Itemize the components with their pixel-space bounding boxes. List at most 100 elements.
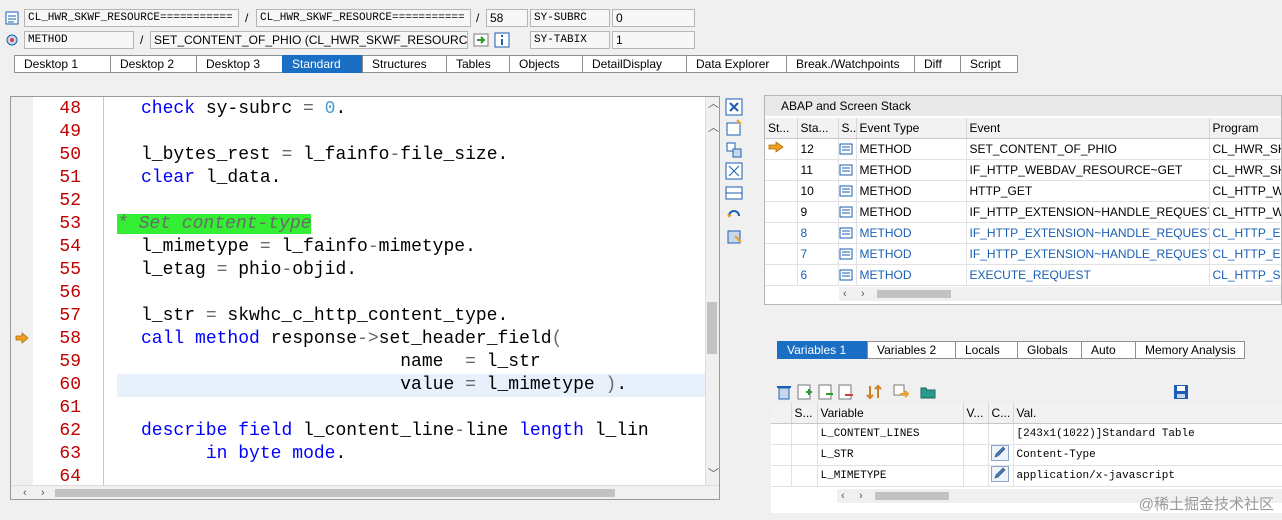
stack-event[interactable]: IF_HTTP_EXTENSION~HANDLE_REQUEST <box>966 222 1210 244</box>
editor-vertical-scrollbar[interactable]: ︿ ︿ ﹀ <box>705 97 719 487</box>
scroll-thumb[interactable] <box>877 290 951 298</box>
variable-value[interactable]: application/x-javascript <box>1013 465 1282 487</box>
stack-row[interactable]: 12 METHODSET_CONTENT_OF_PHIOCL_HWR_SKWF_R… <box>765 138 1281 160</box>
scroll-right-icon[interactable]: › <box>859 489 863 503</box>
append-row-icon[interactable] <box>818 384 834 400</box>
close-window-icon[interactable] <box>725 98 743 116</box>
stack-column-header[interactable]: Event Type <box>856 118 967 139</box>
variable-edit-cell[interactable] <box>988 444 1014 466</box>
save-icon[interactable] <box>1173 384 1189 400</box>
tab-desktop-2[interactable]: Desktop 2 <box>110 55 196 73</box>
sy-tabix-value[interactable]: 1 <box>612 31 695 49</box>
include-field[interactable]: CL_HWR_SKWF_RESOURCE=========== <box>256 9 471 27</box>
stack-row[interactable]: 6 METHODEXECUTE_REQUESTCL_HTTP_SERVER <box>765 264 1281 286</box>
remove-row-icon[interactable] <box>838 384 854 400</box>
variable-value[interactable]: Content-Type <box>1013 444 1282 466</box>
maximize-icon[interactable] <box>725 162 743 180</box>
variable-name-input[interactable]: L_CONTENT_LINES <box>817 423 964 445</box>
edit-pencil-icon[interactable] <box>990 466 1009 482</box>
scroll-thumb[interactable] <box>707 302 717 354</box>
sy-subrc-value[interactable]: 0 <box>612 9 695 27</box>
stack-event[interactable]: EXECUTE_REQUEST <box>966 264 1210 286</box>
stack-column-header[interactable]: St... <box>765 118 798 139</box>
variables-column-header[interactable]: V... <box>963 403 989 424</box>
source-code-editor[interactable]: 48 check sy-subrc = 0. 49 50 l_bytes_rest = … <box>10 96 720 500</box>
sort-icon[interactable] <box>866 384 882 400</box>
stack-row[interactable]: 8 METHOD IF_HTTP_EXTENSION~HANDLE_REQUEST C… <box>765 222 1281 244</box>
line-number-field[interactable]: 58 <box>486 9 528 27</box>
stack-row[interactable]: 9 METHOD IF_HTTP_EXTENSION~HANDLE_REQUEST C… <box>765 201 1281 223</box>
variable-row[interactable]: L_STR Content-Type <box>771 444 1282 466</box>
scroll-up-icon[interactable]: ︿ <box>708 121 719 135</box>
row-selector[interactable] <box>771 444 792 466</box>
stack-row[interactable]: 11 METHOD IF_HTTP_WEBDAV_RESOURCE~GET CL_HW… <box>765 159 1281 181</box>
tab-standard[interactable]: Standard <box>282 55 362 73</box>
scroll-left-icon[interactable]: ‹ <box>843 287 847 301</box>
stack-row[interactable]: 7 METHOD IF_HTTP_EXTENSION~HANDLE_REQUEST C… <box>765 243 1281 265</box>
scroll-down-icon[interactable]: ﹀ <box>708 467 719 481</box>
scroll-thumb[interactable] <box>55 489 615 497</box>
stack-column-header[interactable]: S... <box>838 118 857 139</box>
variable-value[interactable]: [243x1(1022)]Standard Table <box>1013 423 1282 445</box>
tab-detaildisplay[interactable]: DetailDisplay <box>582 55 686 73</box>
delete-icon[interactable] <box>776 384 792 400</box>
stack-event[interactable]: SET_CONTENT_OF_PHIO <box>966 138 1210 160</box>
row-selector[interactable] <box>771 465 792 487</box>
method-field[interactable]: SET_CONTENT_OF_PHIO (CL_HWR_SKWF_RESOURC… <box>150 31 468 49</box>
insert-row-icon[interactable] <box>797 384 813 400</box>
info-icon[interactable] <box>494 32 510 48</box>
editor-horizontal-scrollbar[interactable]: ‹ › <box>11 485 719 499</box>
breakpoint-gutter[interactable] <box>11 97 33 499</box>
stack-event[interactable]: HTTP_GET <box>966 180 1210 202</box>
tab-locals[interactable]: Locals <box>955 341 1017 359</box>
variables-column-header[interactable]: C... <box>988 403 1014 424</box>
tab-globals[interactable]: Globals <box>1017 341 1081 359</box>
variable-row[interactable]: L_CONTENT_LINES [243x1(1022)]Standard Tab… <box>771 423 1282 445</box>
variable-name-input[interactable]: L_MIMETYPE <box>817 465 964 487</box>
stack-horizontal-scrollbar[interactable]: ‹ › <box>839 287 1281 301</box>
stack-row[interactable]: 10 METHODHTTP_GETCL_HTTP_WEBDAV <box>765 180 1281 202</box>
refresh-icon[interactable] <box>725 206 743 224</box>
tab-diff[interactable]: Diff <box>914 55 960 73</box>
tab-tables[interactable]: Tables <box>446 55 509 73</box>
variables-column-header[interactable]: Variable <box>817 403 964 424</box>
tab-script[interactable]: Script <box>960 55 1018 73</box>
tab-auto[interactable]: Auto <box>1081 341 1135 359</box>
variable-name-input[interactable]: L_STR <box>817 444 964 466</box>
tab-desktop-3[interactable]: Desktop 3 <box>196 55 282 73</box>
stack-column-header[interactable]: Sta... <box>797 118 839 139</box>
tab-memory-analysis[interactable]: Memory Analysis <box>1135 341 1245 359</box>
navigate-icon[interactable] <box>473 32 489 48</box>
stack-column-header[interactable]: Program <box>1209 118 1281 139</box>
variable-row[interactable]: L_MIMETYPE application/x-javascript <box>771 465 1282 487</box>
event-type-field[interactable]: METHOD <box>24 31 134 49</box>
transfer-icon[interactable] <box>893 384 910 400</box>
stack-column-header[interactable]: Event <box>966 118 1210 139</box>
row-selector[interactable] <box>771 423 792 445</box>
program-field[interactable]: CL_HWR_SKWF_RESOURCE=========== <box>24 9 239 27</box>
layout-icon[interactable] <box>725 184 743 202</box>
stack-event[interactable]: IF_HTTP_EXTENSION~HANDLE_REQUEST <box>966 243 1210 265</box>
variable-edit-cell[interactable] <box>988 465 1014 487</box>
edit-pencil-icon[interactable] <box>990 445 1009 461</box>
new-window-icon[interactable] <box>725 119 743 137</box>
stack-event[interactable]: IF_HTTP_EXTENSION~HANDLE_REQUEST <box>966 201 1210 223</box>
swap-tool-icon[interactable] <box>725 141 743 159</box>
scroll-up-icon[interactable]: ︿ <box>708 97 719 111</box>
tab-break-watchpoints[interactable]: Break./Watchpoints <box>786 55 914 73</box>
scroll-left-icon[interactable]: ‹ <box>23 486 27 499</box>
scroll-thumb[interactable] <box>875 492 949 500</box>
scroll-right-icon[interactable]: › <box>861 287 865 301</box>
tab-data-explorer[interactable]: Data Explorer <box>686 55 786 73</box>
scroll-right-icon[interactable]: › <box>41 486 45 499</box>
scroll-left-icon[interactable]: ‹ <box>841 489 845 503</box>
tab-structures[interactable]: Structures <box>362 55 446 73</box>
variables-column-header[interactable]: S... <box>791 403 818 424</box>
tab-desktop-1[interactable]: Desktop 1 <box>14 55 110 73</box>
tab-variables-2[interactable]: Variables 2 <box>867 341 955 359</box>
settings-icon[interactable] <box>725 228 743 246</box>
tab-variables-1[interactable]: Variables 1 <box>777 341 867 359</box>
variables-column-header[interactable]: Val. <box>1013 403 1282 424</box>
tab-objects[interactable]: Objects <box>509 55 582 73</box>
stack-event[interactable]: IF_HTTP_WEBDAV_RESOURCE~GET <box>966 159 1210 181</box>
